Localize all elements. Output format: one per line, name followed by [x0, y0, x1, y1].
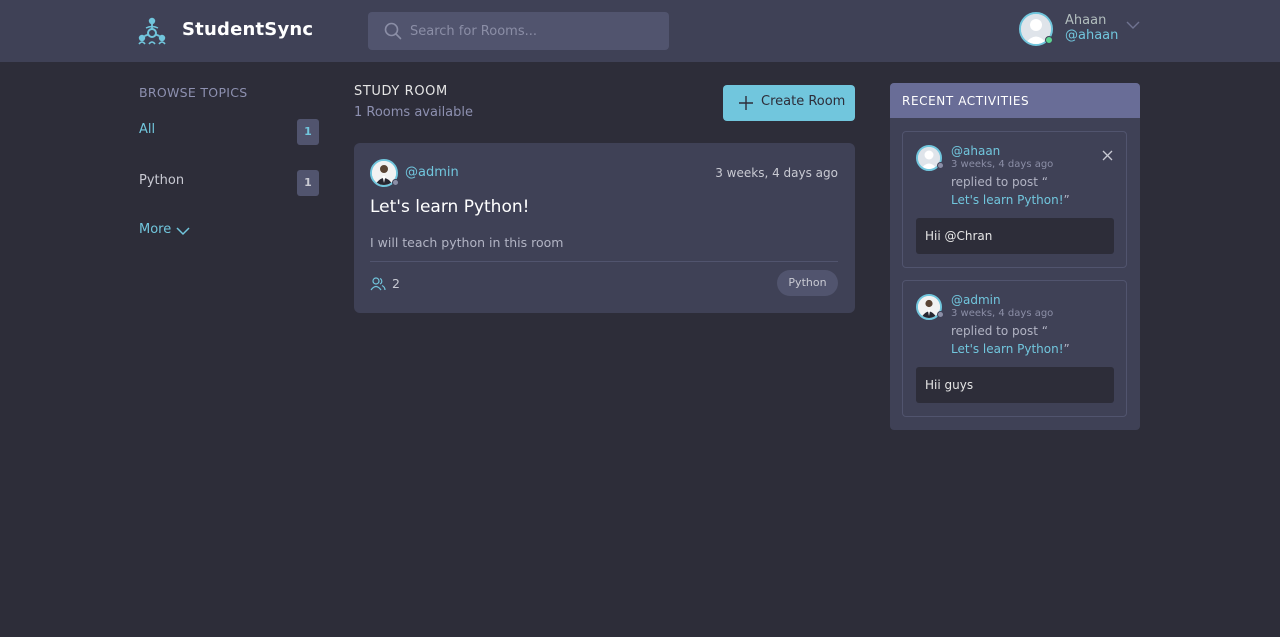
topics-title: BROWSE TOPICS — [139, 85, 248, 100]
plus-icon — [739, 96, 753, 110]
top-navbar: StudentSync Ahaan @ahaan — [0, 0, 1280, 62]
rooms-count: 1 Rooms available — [354, 105, 474, 120]
topic-item-all[interactable]: All 1 — [139, 119, 319, 145]
chevron-down-icon[interactable] — [176, 224, 190, 238]
room-topic-tag[interactable]: Python — [777, 270, 838, 296]
room-card[interactable]: @admin 3 weeks, 4 days ago Let's learn P… — [354, 143, 855, 313]
activity-message: Hii @Chran — [916, 218, 1114, 254]
close-icon[interactable] — [1102, 150, 1113, 161]
topic-label: All — [139, 122, 156, 137]
room-title[interactable]: Let's learn Python! — [370, 197, 529, 217]
topic-count-badge: 1 — [297, 119, 319, 145]
host-avatar[interactable] — [370, 159, 399, 187]
user-name[interactable]: Ahaan — [1065, 13, 1106, 28]
room-timestamp: 3 weeks, 4 days ago — [715, 166, 838, 180]
activity-action: replied to post “ — [951, 175, 1048, 189]
divider — [370, 261, 838, 262]
activities-header: RECENT ACTIVITIES — [890, 83, 1140, 118]
topic-item-python[interactable]: Python 1 — [139, 170, 319, 196]
status-dot — [937, 162, 944, 169]
room-description: I will teach python in this room — [370, 235, 564, 250]
activity-post-link[interactable]: Let's learn Python! — [951, 342, 1064, 356]
topic-label: Python — [139, 173, 185, 188]
activity-item: @ahaan 3 weeks, 4 days ago replied to po… — [902, 131, 1127, 268]
participants-count: 2 — [392, 276, 400, 291]
activity-user[interactable]: @ahaan — [951, 144, 1000, 158]
status-dot — [392, 179, 399, 186]
activity-post-line: Let's learn Python!” — [951, 193, 1070, 207]
brand-name[interactable]: StudentSync — [182, 19, 313, 40]
activity-timestamp: 3 weeks, 4 days ago — [951, 308, 1054, 319]
create-room-label: Create Room — [761, 94, 846, 109]
activity-user[interactable]: @admin — [951, 293, 1001, 307]
online-status-dot — [1045, 36, 1053, 44]
more-topics-link[interactable]: More — [139, 222, 171, 237]
activity-action: replied to post “ — [951, 324, 1048, 338]
activity-avatar[interactable] — [916, 145, 944, 171]
search-icon — [384, 22, 402, 40]
recent-activities-panel: RECENT ACTIVITIES @ahaan 3 weeks, 4 days… — [890, 83, 1140, 430]
closing-quote: ” — [1063, 193, 1070, 207]
user-avatar[interactable] — [1019, 12, 1053, 46]
page-title: STUDY ROOM — [354, 84, 448, 99]
chevron-down-icon[interactable] — [1125, 18, 1141, 32]
activity-avatar[interactable] — [916, 294, 944, 320]
create-room-button[interactable]: Create Room — [723, 85, 855, 121]
search-input[interactable] — [410, 12, 660, 50]
activity-post-link[interactable]: Let's learn Python! — [951, 193, 1064, 207]
activities-title: RECENT ACTIVITIES — [902, 94, 1030, 108]
user-handle[interactable]: @ahaan — [1065, 28, 1118, 43]
status-dot — [937, 311, 944, 318]
users-icon — [370, 277, 386, 291]
topic-count-badge: 1 — [297, 170, 319, 196]
activity-post-line: Let's learn Python!” — [951, 342, 1070, 356]
logo-icon[interactable] — [137, 16, 167, 46]
room-host[interactable]: @admin — [405, 165, 459, 180]
activity-item: @admin 3 weeks, 4 days ago replied to po… — [902, 280, 1127, 417]
activity-message: Hii guys — [916, 367, 1114, 403]
search-box[interactable] — [368, 12, 669, 50]
activity-timestamp: 3 weeks, 4 days ago — [951, 159, 1054, 170]
closing-quote: ” — [1063, 342, 1070, 356]
